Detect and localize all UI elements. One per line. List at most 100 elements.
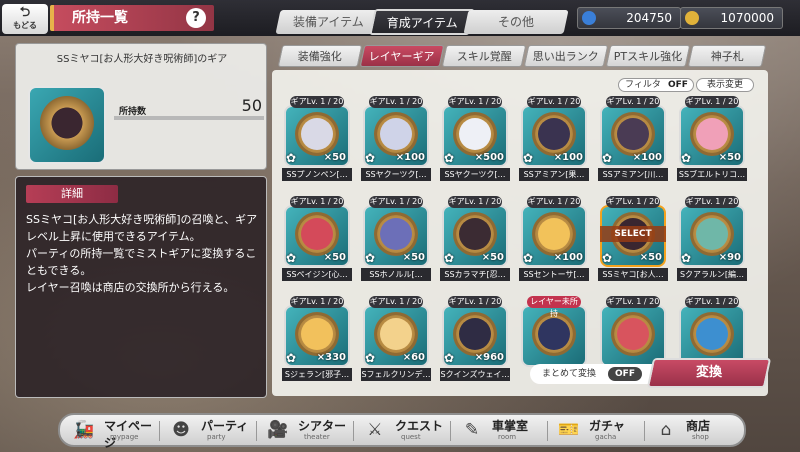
gear-card[interactable]: ギアLv. 1 / 20 ✿ ×100 SSヤクーツク[… (361, 96, 431, 182)
gear-name: SSプノンペン[… (282, 168, 352, 181)
subtab-skill-awaken[interactable]: スキル覚醒 (441, 45, 527, 67)
gear-name: SSアミアン[果… (519, 168, 589, 181)
subtab-layer-gear[interactable]: レイヤーギア (359, 45, 445, 67)
nav-party[interactable]: ☻ パーティ party (161, 415, 259, 445)
gear-level-badge: ギアLv. 1 / 20 (606, 196, 660, 208)
nav-sublabel: shop (692, 433, 709, 441)
subtab-pt-skill[interactable]: PTスキル強化 (605, 45, 691, 67)
character-portrait (459, 118, 491, 150)
gear-card[interactable]: ギアLv. 1 / 20 ✿ ×90 Sクアラルン[編… (677, 196, 747, 282)
tab-equipment-items[interactable]: 装備アイテム (275, 10, 381, 34)
character-portrait (301, 118, 333, 150)
back-button[interactable]: ⮌ もどる (2, 4, 48, 34)
gear-name: SSホノルル[… (361, 268, 431, 281)
back-arrow-icon: ⮌ (19, 5, 31, 20)
projector-icon: 🎥 (267, 420, 289, 440)
detail-panel: 詳細 SSミヤコ[お人形大好き呪術師]の召喚と、ギアレベル上昇に使用できるアイテ… (15, 176, 267, 398)
gear-card[interactable]: ギアLv. 1 / 20 ✿ ×50 SSカラマチ[忍… (440, 196, 510, 282)
gear-card[interactable]: ギアLv. 1 / 20 ✿ ×500 SSヤクーツク[… (440, 96, 510, 182)
display-change-button[interactable]: 表示変更 (696, 78, 754, 92)
gear-card[interactable]: ギアLv. 1 / 20 ✿ ×50 SSブエルトリコ… (677, 96, 747, 182)
gear-card[interactable]: ギアLv. 1 / 20 ✿ ×330 Sジェラン[邪子… (282, 296, 352, 382)
tab-training-items[interactable]: 育成アイテム (369, 9, 475, 35)
gem-icon (582, 11, 596, 25)
gear-card[interactable]: ギアLv. 1 / 20 ✿ ×50 SSペイジン[心… (282, 196, 352, 282)
character-portrait (538, 118, 570, 150)
nav-sublabel: theater (304, 433, 330, 441)
gear-level-badge: ギアLv. 1 / 20 (606, 296, 660, 308)
gear-name: SSヤクーツク[… (440, 168, 510, 181)
select-overlay: SELECT (600, 226, 666, 242)
nav-theater[interactable]: 🎥 シアター theater (258, 415, 356, 445)
gear-card[interactable]: ギアLv. 1 / 20 ✿ ×60 Sフェルクリンデ… (361, 296, 431, 382)
pen-icon: ✎ (464, 420, 480, 440)
subtab-equipment-enhance[interactable]: 装備強化 (277, 45, 363, 67)
gear-quantity: ×100 (553, 152, 583, 163)
nav-shop[interactable]: ⌂ 商店 shop (646, 415, 744, 445)
tab-label: 装備アイテム (292, 15, 364, 29)
gear-card[interactable]: ギアLv. 1 / 20 ✿ ×50 SSミヤコ[お人… SELECT (598, 196, 668, 282)
coin-icon (685, 11, 699, 25)
nav-divider (450, 421, 451, 441)
nav-sublabel: room (498, 433, 517, 441)
gear-name: SSブエルトリコ… (677, 168, 747, 181)
gear-name: SSペイジン[心… (282, 268, 352, 281)
gear-card[interactable]: ギアLv. 1 / 20 ✿ ×960 Sクインズウェイ… (440, 296, 510, 382)
bulk-convert-toggle[interactable]: まとめて変換 (530, 364, 666, 384)
nav-label: パーティ (201, 419, 249, 433)
help-button[interactable]: ? (186, 8, 206, 28)
gear-level-badge: ギアLv. 1 / 20 (527, 196, 581, 208)
gear-card[interactable]: ギアLv. 1 / 20 ✿ ×50 SSプノンペン[… (282, 96, 352, 182)
gear-name: SSセントーサ[… (519, 268, 589, 281)
bulk-convert-state[interactable]: OFF (608, 367, 642, 381)
subtab-label: 神子札 (710, 50, 744, 63)
item-info-panel: SSミヤコ[お人形大好き呪術師]のギア 所持数 50 (15, 43, 267, 170)
gear-level-badge: ギアLv. 1 / 20 (448, 196, 502, 208)
nav-divider (353, 421, 354, 441)
convert-button[interactable]: 変換 (646, 358, 772, 388)
nav-divider (644, 421, 645, 441)
gem-counter: 204750 (577, 7, 681, 29)
gear-card[interactable]: ギアLv. 1 / 20 ✿ ×50 SSホノルル[… (361, 196, 431, 282)
tab-other[interactable]: その他 (463, 10, 569, 34)
swords-icon: ⚔ (367, 420, 383, 440)
nav-label: クエスト (395, 419, 444, 433)
gear-name: SSアミアン[川… (598, 168, 668, 181)
character-portrait (459, 318, 491, 350)
gear-name: SSカラマチ[忍… (440, 268, 510, 281)
ticket-icon: 🎫 (558, 420, 580, 440)
gear-quantity: ×50 (323, 252, 346, 263)
party-icon: ☻ (172, 420, 190, 440)
subtab-miko-card[interactable]: 神子札 (687, 45, 767, 67)
coin-value: 1070000 (720, 11, 774, 25)
nav-sublabel: gacha (595, 433, 617, 441)
gear-card[interactable]: ギアLv. 1 / 20 ✿ ×100 SSセントーサ[… (519, 196, 589, 282)
filter-state: OFF (668, 80, 688, 90)
tab-label: その他 (497, 15, 534, 29)
nav-divider (159, 421, 160, 441)
subtab-label: 装備強化 (297, 50, 342, 63)
gear-level-badge: ギアLv. 1 / 20 (369, 96, 423, 108)
gear-level-badge: ギアLv. 1 / 20 (448, 296, 502, 308)
nav-room[interactable]: ✎ 車掌室 room (452, 415, 550, 445)
nav-gacha[interactable]: 🎫 ガチャ gacha (549, 415, 647, 445)
character-portrait (538, 218, 570, 250)
nav-quest[interactable]: ⚔ クエスト quest (355, 415, 453, 445)
gear-level-badge: ギアLv. 1 / 20 (369, 196, 423, 208)
gear-portrait-icon (40, 96, 94, 150)
gear-quantity: ×100 (395, 152, 425, 163)
character-portrait (380, 218, 412, 250)
top-bar: ⮌ もどる 所持一覧 ? 装備アイテム 育成アイテム その他 204750 10… (0, 0, 800, 36)
gear-level-badge: ギアLv. 1 / 20 (369, 296, 423, 308)
gear-card[interactable]: ギアLv. 1 / 20 ✿ ×100 SSアミアン[果… (519, 96, 589, 182)
nav-mypage[interactable]: 🚂 マイページ mypage (64, 415, 162, 450)
subtab-memory-rank[interactable]: 思い出ランク (523, 45, 609, 67)
tab-label: 育成アイテム (386, 16, 458, 30)
gear-card[interactable]: ギアLv. 1 / 20 ✿ ×100 SSアミアン[川… (598, 96, 668, 182)
character-portrait (380, 318, 412, 350)
count-value: 50 (241, 96, 262, 115)
gear-quantity: ×60 (402, 352, 425, 363)
detail-tag: 詳細 (26, 185, 118, 203)
gear-level-badge: ギアLv. 1 / 20 (685, 296, 739, 308)
action-bar: まとめて変換 OFF 変換 (520, 358, 772, 388)
